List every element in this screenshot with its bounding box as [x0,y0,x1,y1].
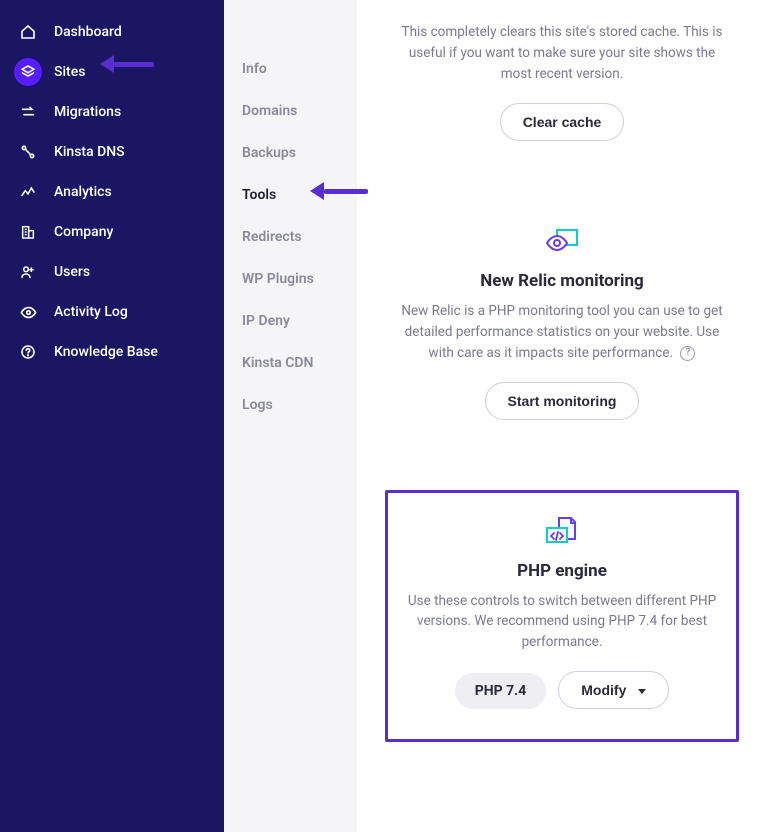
sidebar-item-sites[interactable]: Sites [0,52,224,92]
php-version-pill: PHP 7.4 [455,673,547,709]
subnav-item-logs[interactable]: Logs [224,384,357,426]
primary-sidebar: Dashboard Sites Migrations Kinsta DNS An… [0,0,224,832]
layers-icon [14,58,42,86]
eye-icon [18,302,38,322]
dns-icon [18,142,38,162]
sidebar-item-label: Users [54,264,90,280]
sidebar-item-activity[interactable]: Activity Log [0,292,224,332]
sidebar-item-label: Company [54,224,113,240]
subnav-item-wp-plugins[interactable]: WP Plugins [224,258,357,300]
sidebar-item-label: Activity Log [54,304,128,320]
subnav-label: Backups [242,145,296,161]
newrelic-description: New Relic is a PHP monitoring tool you c… [393,301,731,364]
clear-cache-button[interactable]: Clear cache [500,103,625,141]
secondary-sidebar: Info Domains Backups Tools Redirects WP … [224,0,357,832]
subnav-label: Redirects [242,229,302,245]
newrelic-card: New Relic monitoring New Relic is a PHP … [385,203,739,442]
modify-label: Modify [581,682,626,698]
sidebar-item-analytics[interactable]: Analytics [0,172,224,212]
sidebar-item-dashboard[interactable]: Dashboard [0,12,224,52]
subnav-label: Kinsta CDN [242,355,313,371]
subnav-item-backups[interactable]: Backups [224,132,357,174]
subnav-item-info[interactable]: Info [224,48,357,90]
subnav-label: Info [242,61,267,77]
sidebar-item-dns[interactable]: Kinsta DNS [0,132,224,172]
subnav-label: Domains [242,103,297,119]
subnav-item-domains[interactable]: Domains [224,90,357,132]
subnav-label: Tools [242,187,276,203]
subnav-label: Logs [242,397,273,413]
analytics-icon [18,182,38,202]
php-description: Use these controls to switch between dif… [406,591,718,654]
sidebar-item-label: Kinsta DNS [54,144,125,160]
subnav-label: WP Plugins [242,271,314,287]
php-engine-icon [406,515,718,547]
php-engine-card: PHP engine Use these controls to switch … [398,507,726,718]
subnav-item-tools[interactable]: Tools [224,174,357,216]
start-monitoring-button[interactable]: Start monitoring [485,382,640,420]
sidebar-item-company[interactable]: Company [0,212,224,252]
subnav-item-ip-deny[interactable]: IP Deny [224,300,357,342]
help-icon [18,342,38,362]
sidebar-item-knowledge[interactable]: Knowledge Base [0,332,224,372]
sidebar-item-label: Knowledge Base [54,344,158,360]
modify-php-button[interactable]: Modify [558,671,669,709]
home-icon [18,22,38,42]
subnav-item-redirects[interactable]: Redirects [224,216,357,258]
building-icon [18,222,38,242]
help-tooltip-icon[interactable]: ? [680,346,695,361]
users-icon [18,262,38,282]
content-area: This completely clears this site's store… [357,0,767,832]
sidebar-item-users[interactable]: Users [0,252,224,292]
sidebar-item-label: Sites [54,64,85,80]
sidebar-item-label: Dashboard [54,24,122,40]
cache-description: This completely clears this site's store… [393,22,731,85]
subnav-label: IP Deny [242,313,290,329]
sidebar-item-migrations[interactable]: Migrations [0,92,224,132]
newrelic-title: New Relic monitoring [393,271,731,291]
sidebar-item-label: Migrations [54,104,121,120]
cache-card: This completely clears this site's store… [385,0,739,163]
monitoring-eye-icon [393,225,731,257]
php-title: PHP engine [406,561,718,581]
sidebar-item-label: Analytics [54,184,112,200]
subnav-item-cdn[interactable]: Kinsta CDN [224,342,357,384]
php-engine-highlight: PHP engine Use these controls to switch … [385,490,739,743]
migrate-icon [18,102,38,122]
